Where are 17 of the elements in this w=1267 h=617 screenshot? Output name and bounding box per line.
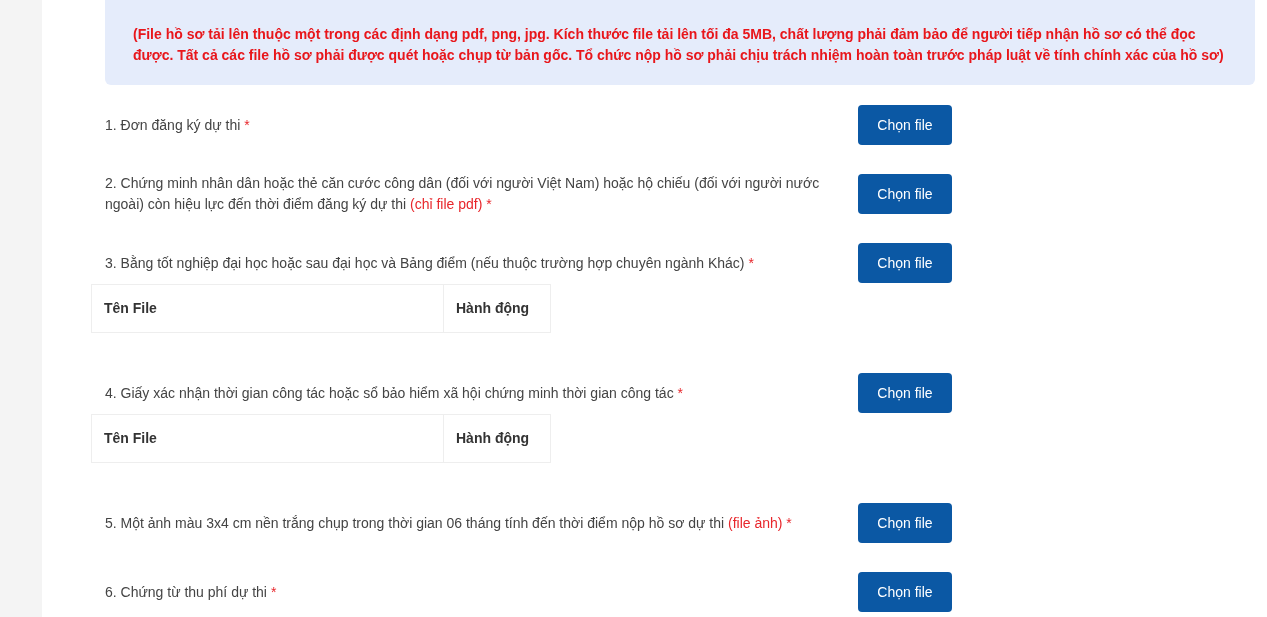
column-header: Hành động [455, 299, 531, 318]
choose-file-button[interactable]: Chọn file [858, 174, 952, 214]
column-header: Hành động [455, 429, 531, 448]
column-header: Tên File [92, 415, 444, 462]
item-label: 1. Đơn đăng ký dự thi * [105, 115, 251, 135]
choose-file-button[interactable]: Chọn file [858, 105, 952, 145]
choose-file-button[interactable]: Chọn file [858, 373, 952, 413]
item-label: 3. Bằng tốt nghiệp đại học hoặc sau đại học và Bảng điểm (nếu thuộc trường hợp chuyên ngành Khác) * [105, 253, 755, 273]
item-label: 4. Giấy xác nhận thời gian công tác hoặc sổ bảo hiểm xã hội chứng minh thời gian công tác * [105, 383, 684, 403]
choose-file-button[interactable]: Chọn file [858, 503, 952, 543]
item-label: 2. Chứng minh nhân dân hoặc thẻ căn cước công dân (đối với người Việt Nam) hoặc hộ chiếu (đối với người nước ngoài) còn hiệu lực đến thời điểm đăng ký dự thi (chỉ file pdf) * [105, 174, 821, 214]
choose-file-button[interactable]: Chọn file [858, 572, 952, 612]
item-label: 5. Một ảnh màu 3x4 cm nền trắng chụp trong thời gian 06 tháng tính đến thời điểm nộp hồ sơ dự thi (file ảnh) * [105, 513, 793, 533]
choose-file-button[interactable]: Chọn file [858, 243, 952, 283]
item-label: 6. Chứng từ thu phí dự thi * [105, 582, 278, 602]
notice-text: (File hồ sơ tải lên thuộc một trong các định dạng pdf, png, jpg. Kích thước file tải lên tối đa 5MB, chất lượng phải đảm bảo để người tiếp nhận hồ sơ có thể đọc được. Tất cả các file hồ sơ phải được quét hoặc chụp từ bản gốc. Tổ chức nộp hồ sơ phải chịu trách nhiệm hoàn toàn trước pháp luật về tính chính xác của hồ sơ) [133, 25, 1225, 65]
column-header: Tên File [92, 285, 444, 332]
